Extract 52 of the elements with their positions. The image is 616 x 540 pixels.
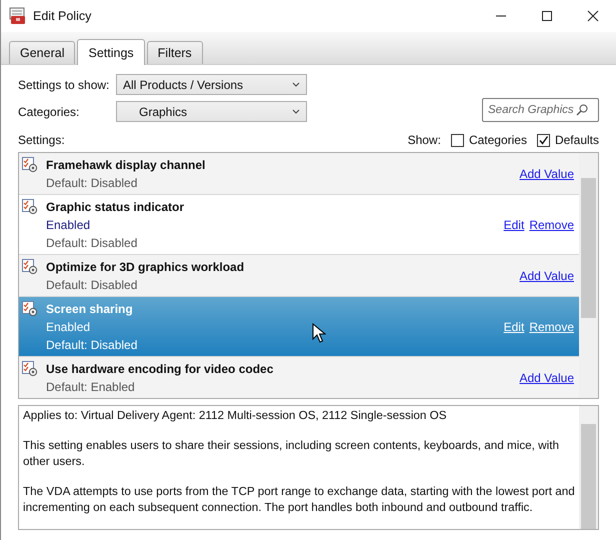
link[interactable]: Add Value: [520, 269, 574, 283]
setting-name: Screen sharing: [46, 301, 133, 317]
setting-default: Default: Disabled: [46, 277, 138, 293]
setting-row[interactable]: Framehawk display channel Default: Disabled Add Value: [19, 153, 579, 195]
checkbox-label: Defaults: [554, 133, 599, 147]
checkbox[interactable]: [536, 134, 550, 146]
pointer-icon: [312, 323, 326, 343]
setting-default: Default: Enabled: [46, 379, 135, 395]
show-label: Show:: [408, 133, 441, 147]
policy-icon: [22, 259, 38, 275]
setting-name: Graphic status indicator: [46, 199, 184, 215]
tab[interactable]: Filters: [146, 41, 203, 64]
chevron-icon: [292, 108, 300, 114]
policy-icon: [22, 301, 38, 317]
link[interactable]: Edit: [504, 218, 524, 232]
app-icon: [9, 7, 27, 25]
checkbox[interactable]: [450, 134, 464, 146]
field-label: Settings to show:: [18, 78, 110, 92]
policy-icon: [22, 199, 38, 215]
tab[interactable]: Settings: [77, 39, 145, 65]
scrollbar[interactable]: [579, 153, 598, 398]
policy-icon: [22, 361, 38, 377]
search-field[interactable]: Search Graphics: [482, 98, 599, 122]
description-text: The VDA attempts to use ports from the TCP port range to exchange data, starting with the lowest port and incrementing on each subsequent connection. The port handles both inbound and outbound traffic.: [23, 484, 575, 516]
checkbox-label: Categories: [468, 133, 527, 147]
chevron-icon: [292, 82, 300, 88]
window-title: Edit Policy: [33, 9, 92, 23]
setting-value: Enabled: [46, 319, 90, 335]
search-icon: [576, 104, 588, 116]
link[interactable]: Add Value: [520, 371, 574, 385]
policy-icon: [22, 157, 38, 173]
setting-default: Default: Disabled: [46, 235, 138, 251]
scrollbar[interactable]: [579, 406, 598, 529]
setting-row[interactable]: Use hardware encoding for video codec Default: Enabled Add Value: [19, 357, 579, 398]
field-label: Categories:: [18, 104, 80, 118]
setting-name: Framehawk display channel: [46, 157, 206, 173]
tab[interactable]: General: [9, 41, 76, 64]
setting-value: Enabled: [46, 217, 90, 233]
setting-name: Optimize for 3D graphics workload: [46, 259, 244, 275]
description-text: Applies to: Virtual Delivery Agent: 2112 Multi-session OS, 2112 Single-session OS: [23, 408, 448, 424]
setting-default: Default: Disabled: [46, 337, 138, 353]
link[interactable]: Remove: [529, 218, 574, 232]
maximize-icon: [541, 10, 553, 22]
dropdown[interactable]: All Products / Versions: [116, 74, 307, 95]
setting-default: Default: Disabled: [46, 175, 138, 191]
setting-row[interactable]: Optimize for 3D graphics workload Default: Disabled Add Value: [19, 255, 579, 297]
dropdown[interactable]: Graphics: [116, 101, 307, 122]
close-icon: [587, 10, 599, 22]
description-text: This setting enables users to share their sessions, including screen contents, keyboards, and mice, with other users.: [23, 438, 560, 470]
link[interactable]: Add Value: [520, 167, 574, 181]
section-label: Settings:: [18, 133, 65, 147]
setting-name: Use hardware encoding for video codec: [46, 361, 274, 377]
